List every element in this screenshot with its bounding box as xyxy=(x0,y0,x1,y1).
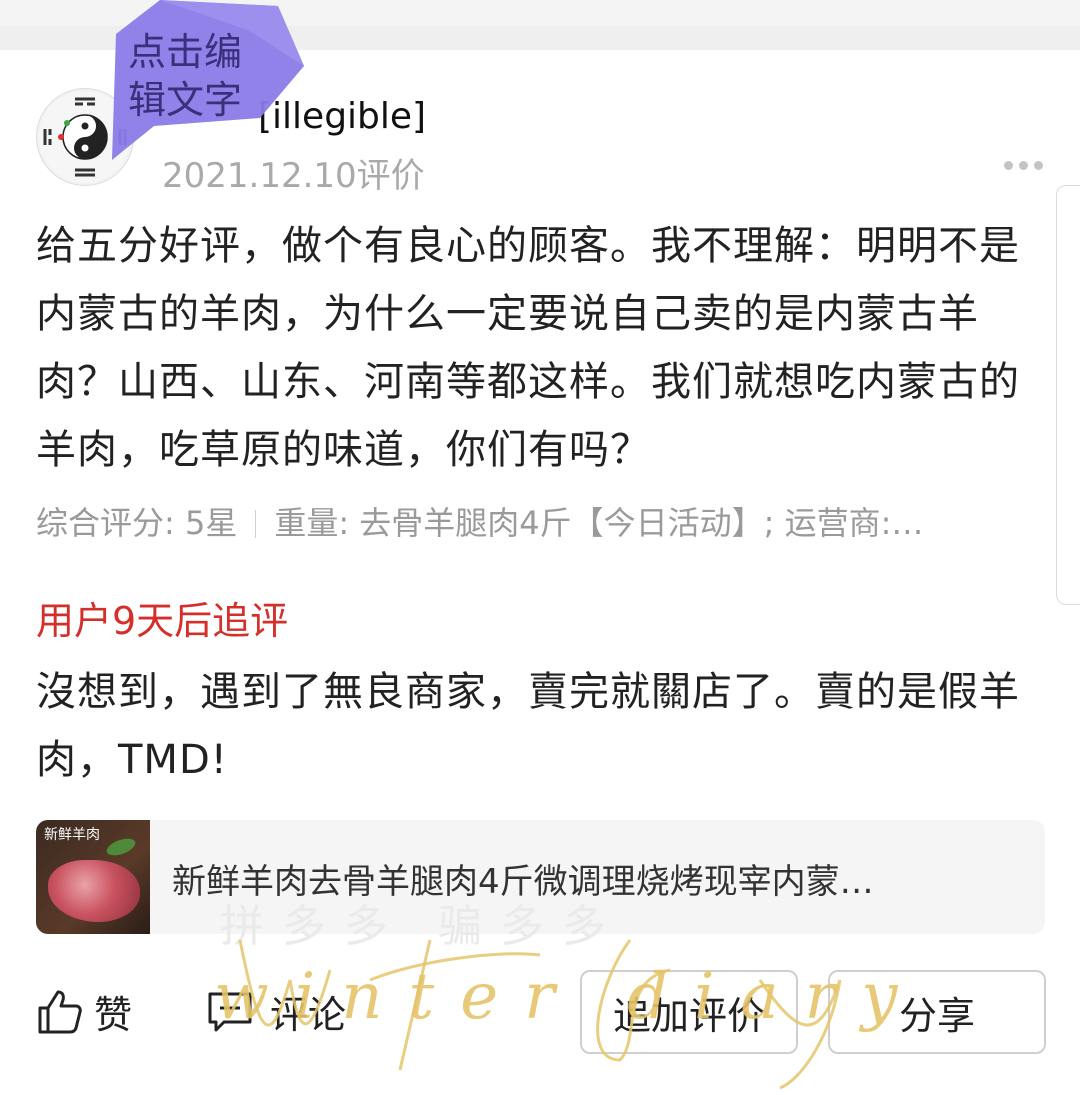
product-thumbnail: 新鲜羊肉 xyxy=(36,820,150,934)
like-button[interactable]: 赞 xyxy=(36,984,132,1039)
side-drawer-tab[interactable] xyxy=(1056,185,1080,605)
product-thumbnail-label: 新鲜羊肉 xyxy=(44,827,100,843)
followup-title: 用户9天后追评 xyxy=(36,599,289,643)
leaf-decoration xyxy=(104,835,138,859)
edit-text-label: 点击编辑文字 xyxy=(128,30,243,122)
rating-text: 综合评分: 5星 xyxy=(36,504,238,542)
spec-divider xyxy=(255,510,257,538)
meat-image xyxy=(48,860,140,922)
share-button[interactable]: 分享 xyxy=(828,970,1046,1054)
more-options-icon[interactable] xyxy=(1004,155,1052,179)
review-spec-row: 综合评分: 5星 重量: 去骨羊腿肉4斤【今日活动】; 运营商:… xyxy=(36,498,1046,544)
ghost-watermark: 拼多多 骗多多 xyxy=(220,901,624,952)
comment-icon xyxy=(208,992,252,1031)
like-label: 赞 xyxy=(94,993,133,1037)
followup-text: 沒想到，遇到了無良商家，賣完就關店了。賣的是假羊肉，TMD! xyxy=(36,669,1020,783)
thumbs-up-icon xyxy=(38,990,82,1033)
comment-button[interactable]: 评论 xyxy=(206,984,346,1039)
spec-text: 重量: 去骨羊腿肉4斤【今日活动】; 运营商:… xyxy=(274,504,924,542)
review-text: 给五分好评，做个有良心的顾客。我不理解：明明不是内蒙古的羊肉，为什么一定要说自己… xyxy=(36,223,1020,473)
add-review-button[interactable]: 追加评价 xyxy=(580,970,798,1054)
comment-label: 评论 xyxy=(270,993,347,1037)
